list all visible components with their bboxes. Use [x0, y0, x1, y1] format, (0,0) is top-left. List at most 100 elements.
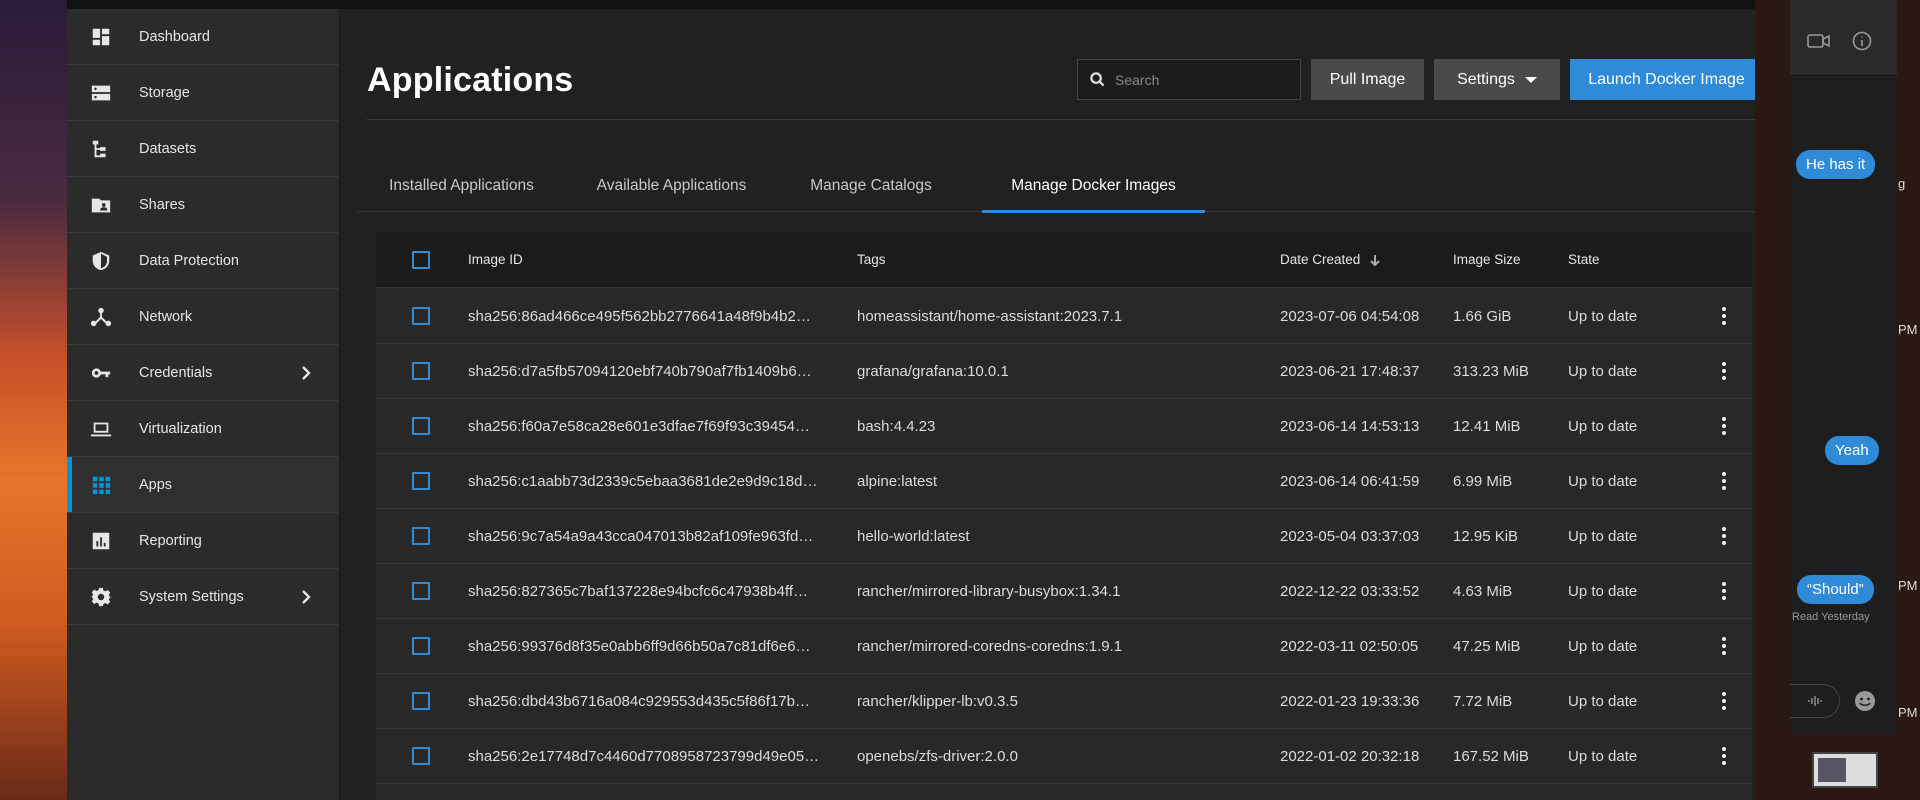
date-created-cell: 2023-07-06 04:54:08 — [1280, 307, 1420, 325]
sidebar-item-reporting[interactable]: Reporting — [67, 513, 339, 569]
image-size-cell: 47.25 MiB — [1453, 637, 1521, 655]
search-icon — [1090, 72, 1105, 87]
image-id-cell: sha256:86ad466ce495f562bb2776641a48f9b4b… — [468, 307, 811, 325]
column-header-image-size[interactable]: Image Size — [1453, 232, 1563, 287]
sidebar-item-apps[interactable]: Apps — [67, 457, 339, 513]
sidebar-item-label: Dashboard — [139, 28, 210, 45]
sidebar-item-datasets[interactable]: Datasets — [67, 121, 339, 177]
emoji-icon[interactable] — [1854, 690, 1876, 712]
more-options-icon[interactable] — [1718, 633, 1730, 659]
sidebar-item-data-protection[interactable]: Data Protection — [67, 233, 339, 289]
tab-manage-docker-images[interactable]: Manage Docker Images — [982, 160, 1205, 213]
column-header-state[interactable]: State — [1568, 232, 1688, 287]
table-row[interactable] — [376, 784, 1752, 800]
table-row[interactable]: sha256:86ad466ce495f562bb2776641a48f9b4b… — [376, 289, 1752, 344]
more-options-icon[interactable] — [1718, 743, 1730, 769]
row-actions-cell — [1712, 674, 1736, 728]
tab-manage-catalogs[interactable]: Manage Catalogs — [778, 160, 964, 212]
tags-cell: homeassistant/home-assistant:2023.7.1 — [857, 307, 1123, 325]
tags-cell: grafana/grafana:10.0.1 — [857, 362, 1009, 380]
tab-installed-applications[interactable]: Installed Applications — [358, 160, 565, 212]
select-all-cell — [412, 232, 434, 287]
column-header-tags[interactable]: Tags — [857, 232, 1217, 287]
row-actions-cell — [1712, 399, 1736, 453]
video-call-icon[interactable] — [1807, 33, 1831, 49]
table-row[interactable]: sha256:dbd43b6716a084c929553d435c5f86f17… — [376, 674, 1752, 729]
row-checkbox[interactable] — [412, 307, 430, 325]
tab-bar: Installed Applications Available Applica… — [358, 160, 1755, 213]
window-top-strip — [67, 0, 1755, 9]
chevron-right-icon — [299, 365, 313, 380]
image-size-cell: 167.52 MiB — [1453, 747, 1529, 765]
sidebar-item-storage[interactable]: Storage — [67, 65, 339, 121]
sidebar-item-label: Shares — [139, 196, 185, 213]
tags-cell: rancher/mirrored-library-busybox:1.34.1 — [857, 582, 1121, 600]
select-all-checkbox[interactable] — [412, 250, 430, 269]
settings-button[interactable]: Settings — [1434, 59, 1560, 100]
tags-cell: bash:4.4.23 — [857, 417, 936, 435]
row-select-cell — [412, 509, 434, 563]
more-options-icon[interactable] — [1718, 688, 1730, 714]
column-header-image-id[interactable]: Image ID — [468, 232, 838, 287]
sidebar-item-label: Virtualization — [139, 420, 222, 437]
sidebar-item-network[interactable]: Network — [67, 289, 339, 345]
table-row[interactable]: sha256:827365c7baf137228e94bcfc6c47938b4… — [376, 564, 1752, 619]
search-input[interactable] — [1115, 71, 1295, 88]
row-checkbox[interactable] — [412, 747, 430, 765]
message-bubble: Yeah — [1825, 436, 1879, 465]
table-row[interactable]: sha256:d7a5fb57094120ebf740b790af7fb1409… — [376, 344, 1752, 399]
sidebar-item-dashboard[interactable]: Dashboard — [67, 9, 339, 65]
tags-cell: openebs/zfs-driver:2.0.0 — [857, 747, 1018, 765]
shield-icon — [89, 249, 113, 273]
more-options-icon[interactable] — [1718, 413, 1730, 439]
more-options-icon[interactable] — [1718, 303, 1730, 329]
sidebar-item-label: Apps — [139, 476, 173, 493]
row-checkbox[interactable] — [412, 637, 430, 655]
state-cell: Up to date — [1568, 582, 1638, 600]
state-cell: Up to date — [1568, 417, 1638, 435]
more-options-icon[interactable] — [1718, 578, 1730, 604]
sidebar-item-credentials[interactable]: Credentials — [67, 345, 339, 401]
docker-images-table: Image ID Tags Date Created Image Size St… — [376, 232, 1752, 800]
table-row[interactable]: sha256:2e17748d7c4460d7708958723799d49e0… — [376, 729, 1752, 784]
audio-message-button[interactable] — [1790, 684, 1840, 718]
more-options-icon[interactable] — [1718, 358, 1730, 384]
more-options-icon[interactable] — [1718, 468, 1730, 494]
row-select-cell — [412, 729, 434, 783]
row-actions-cell — [1712, 344, 1736, 398]
row-checkbox[interactable] — [412, 582, 430, 600]
search-field[interactable] — [1077, 59, 1301, 100]
more-options-icon[interactable] — [1718, 523, 1730, 549]
datasets-icon — [89, 137, 113, 161]
row-checkbox[interactable] — [412, 362, 430, 380]
pull-image-button[interactable]: Pull Image — [1311, 59, 1424, 100]
gear-icon — [89, 585, 113, 609]
info-icon[interactable] — [1852, 31, 1872, 51]
row-checkbox[interactable] — [412, 417, 430, 435]
tags-cell: rancher/klipper-lb:v0.3.5 — [857, 692, 1018, 710]
date-created-cell: 2023-05-04 03:37:03 — [1280, 527, 1420, 545]
table-row[interactable]: sha256:c1aabb73d2339c5ebaa3681de2e9d9c18… — [376, 454, 1752, 509]
date-created-cell: 2023-06-14 14:53:13 — [1280, 417, 1420, 435]
table-row[interactable]: sha256:f60a7e58ca28e601e3dfae7f69f93c394… — [376, 399, 1752, 454]
image-size-cell: 313.23 MiB — [1453, 362, 1529, 380]
row-select-cell — [412, 619, 434, 673]
sidebar-item-system-settings[interactable]: System Settings — [67, 569, 339, 625]
window-thumbnail[interactable] — [1812, 752, 1878, 788]
sidebar-item-label: Credentials — [139, 364, 213, 381]
sidebar-item-shares[interactable]: Shares — [67, 177, 339, 233]
launch-docker-image-button[interactable]: Launch Docker Image — [1570, 59, 1755, 100]
image-id-cell: sha256:827365c7baf137228e94bcfc6c47938b4… — [468, 582, 809, 600]
sidebar-item-virtualization[interactable]: Virtualization — [67, 401, 339, 457]
message-bubble: “Should” — [1797, 575, 1874, 604]
table-row[interactable]: sha256:9c7a54a9a43cca047013b82af109fe963… — [376, 509, 1752, 564]
row-checkbox[interactable] — [412, 692, 430, 710]
table-row[interactable]: sha256:99376d8f35e0abb6ff9d66b50a7c81df6… — [376, 619, 1752, 674]
row-select-cell — [412, 564, 434, 618]
row-checkbox[interactable] — [412, 472, 430, 490]
column-header-date-created[interactable]: Date Created — [1280, 232, 1445, 287]
tab-available-applications[interactable]: Available Applications — [565, 160, 778, 212]
sidebar: Dashboard Storage Datasets Shares Data P… — [67, 9, 340, 800]
tags-cell: alpine:latest — [857, 472, 938, 490]
row-checkbox[interactable] — [412, 527, 430, 545]
